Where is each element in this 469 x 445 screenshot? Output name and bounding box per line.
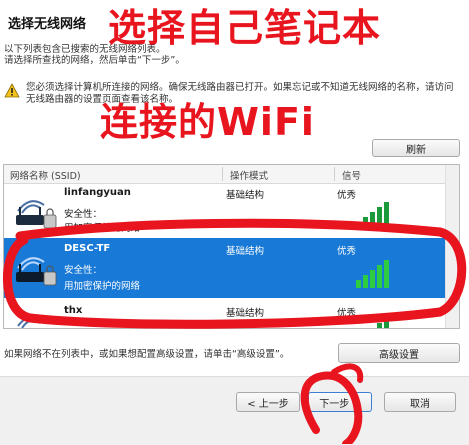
annotation-ellipse (3, 218, 467, 329)
annotation-circle (300, 371, 363, 444)
annotation-strokes (3, 218, 467, 444)
